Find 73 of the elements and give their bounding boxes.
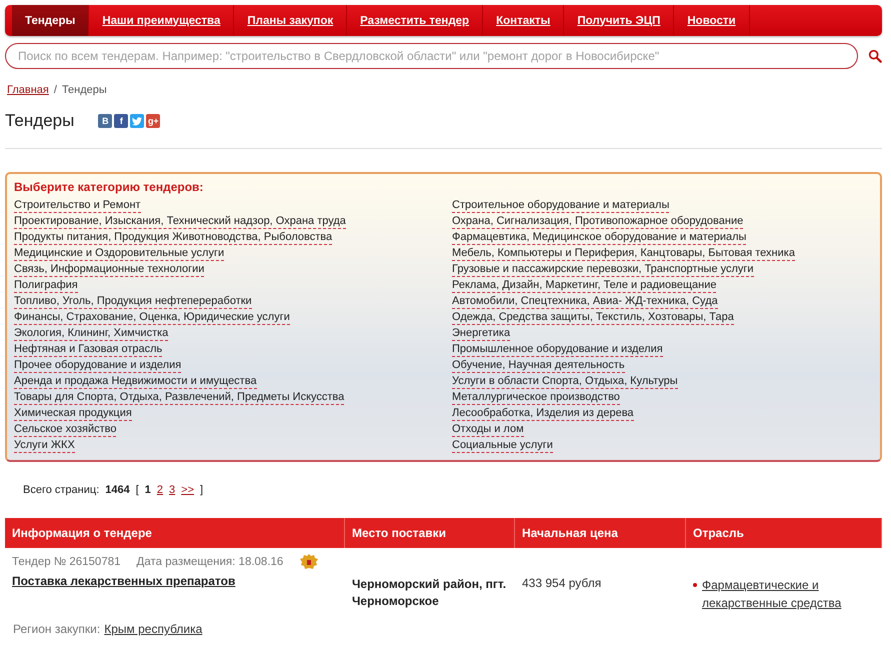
category-link[interactable]: Аренда и продажа Недвижимости и имущества [14, 374, 257, 389]
category-link[interactable]: Проектирование, Изыскания, Технический надзор, Охрана труда [14, 214, 346, 229]
bird-icon [132, 116, 142, 126]
delivery-place: Черноморский район, пгт. Черноморское [352, 576, 508, 610]
category-link[interactable]: Услуги в области Спорта, Отдыха, Культуры [452, 374, 678, 389]
category-link[interactable]: Грузовые и пассажирские перевозки, Транспортные услуги [452, 262, 754, 277]
page-link[interactable]: >> [181, 484, 194, 496]
page-link[interactable]: 1 [144, 484, 151, 496]
category-link[interactable]: Энергетика [452, 326, 510, 341]
twitter-share-button[interactable] [130, 114, 144, 128]
category-link[interactable]: Прочее оборудование и изделия [14, 358, 182, 373]
facebook-share-button[interactable]: f [114, 114, 128, 128]
emblem-icon [299, 552, 320, 572]
category-link[interactable]: Услуги ЖКХ [14, 438, 75, 453]
search-icon[interactable] [868, 49, 882, 63]
category-link[interactable]: Нефтяная и Газовая отрасль [14, 342, 162, 357]
category-link[interactable]: Лесообработка, Изделия из дерева [452, 406, 634, 421]
start-price: 433 954 рубля [522, 576, 602, 590]
nav-tab[interactable]: Тендеры [12, 5, 90, 36]
search-field[interactable]: Поиск по всем тендерам. Например: "строительство в Свердловской области" или "ремонт дорог в Новосибирске" [5, 43, 858, 69]
category-link[interactable]: Строительство и Ремонт [14, 198, 141, 213]
page-link[interactable]: 2 [156, 484, 164, 496]
category-link[interactable]: Фармацевтика, Медицинское оборудование и материалы [452, 230, 746, 245]
nav-tab[interactable]: Новости [674, 5, 750, 36]
category-link[interactable]: Мебель, Компьютеры и Периферия, Канцтовары, Бытовая техника [452, 246, 795, 261]
breadcrumb-home-link[interactable]: Главная [7, 84, 49, 96]
category-link[interactable]: Реклама, Дизайн, Маркетинг, Теле и радиовещание [452, 278, 716, 293]
breadcrumb-current: Тендеры [62, 84, 107, 96]
category-link[interactable]: Топливо, Уголь, Продукция нефтепереработки [14, 294, 252, 309]
tender-number: Тендер № 26150781 [12, 556, 121, 568]
category-link[interactable]: Промышленное оборудование и изделия [452, 342, 663, 357]
region-label: Регион закупки: [13, 622, 100, 636]
nav-tab[interactable]: Получить ЭЦП [564, 5, 674, 36]
breadcrumb-separator: / [54, 84, 57, 96]
tender-link[interactable]: Поставка лекарственных препаратов [12, 574, 236, 588]
column-header: Место поставки [345, 518, 515, 548]
category-link[interactable]: Обучение, Научная деятельность [452, 358, 625, 373]
bracket: ] [200, 484, 204, 496]
nav-tab[interactable]: Наши преимущества [89, 5, 234, 36]
category-link[interactable]: Металлургическое производство [452, 390, 620, 405]
category-link[interactable]: Социальные услуги [452, 438, 553, 453]
bullet-icon [693, 583, 697, 587]
category-link[interactable]: Товары для Спорта, Отдыха, Развлечений, Предметы Искусства [14, 390, 344, 405]
page-link[interactable]: 3 [169, 484, 176, 496]
nav-tab[interactable]: Разместить тендер [347, 5, 484, 36]
vk-share-button[interactable]: В [98, 114, 112, 128]
page-title: Тендеры [5, 111, 74, 131]
category-link[interactable]: Одежда, Средства защиты, Текстиль, Хозтовары, Тара [452, 310, 734, 325]
nav-tab[interactable]: Контакты [483, 5, 564, 36]
category-link[interactable]: Полиграфия [14, 278, 78, 293]
category-link[interactable]: Отходы и лом [452, 422, 524, 437]
bracket: [ [136, 484, 139, 496]
category-link[interactable]: Автомобили, Спецтехника, Авиа- ЖД-техника, Суда [452, 294, 718, 309]
category-link[interactable]: Химическая продукция [14, 406, 132, 421]
pages-total: 1464 [105, 484, 130, 496]
region-link[interactable]: Крым республика [104, 622, 202, 636]
category-link[interactable]: Экология, Клининг, Химчистка [14, 326, 168, 341]
category-link[interactable]: Сельское хозяйство [14, 422, 116, 437]
category-link[interactable]: Продукты питания, Продукция Животноводства, Рыболовства [14, 230, 332, 245]
column-header: Отрасль [686, 518, 882, 548]
google-plus-share-button[interactable]: g+ [146, 114, 160, 128]
pages-label: Всего страниц: [23, 484, 100, 496]
category-heading: Выберите категорию тендеров: [14, 180, 204, 194]
nav-tab[interactable]: Планы закупок [234, 5, 348, 36]
publish-date: Дата размещения: 18.08.16 [136, 556, 284, 568]
industry-link[interactable]: Фармацевтические и лекарственные средства [702, 576, 875, 612]
column-header: Начальная цена [515, 518, 686, 548]
category-link[interactable]: Охрана, Сигнализация, Противопожарное оборудование [452, 214, 744, 229]
category-link[interactable]: Строительное оборудование и материалы [452, 198, 670, 213]
column-header: Информация о тендере [5, 518, 345, 548]
category-link[interactable]: Связь, Информационные технологии [14, 262, 204, 277]
category-link[interactable]: Финансы, Страхование, Оценка, Юридические услуги [14, 310, 290, 325]
category-link[interactable]: Медицинские и Оздоровительные услуги [14, 246, 224, 261]
